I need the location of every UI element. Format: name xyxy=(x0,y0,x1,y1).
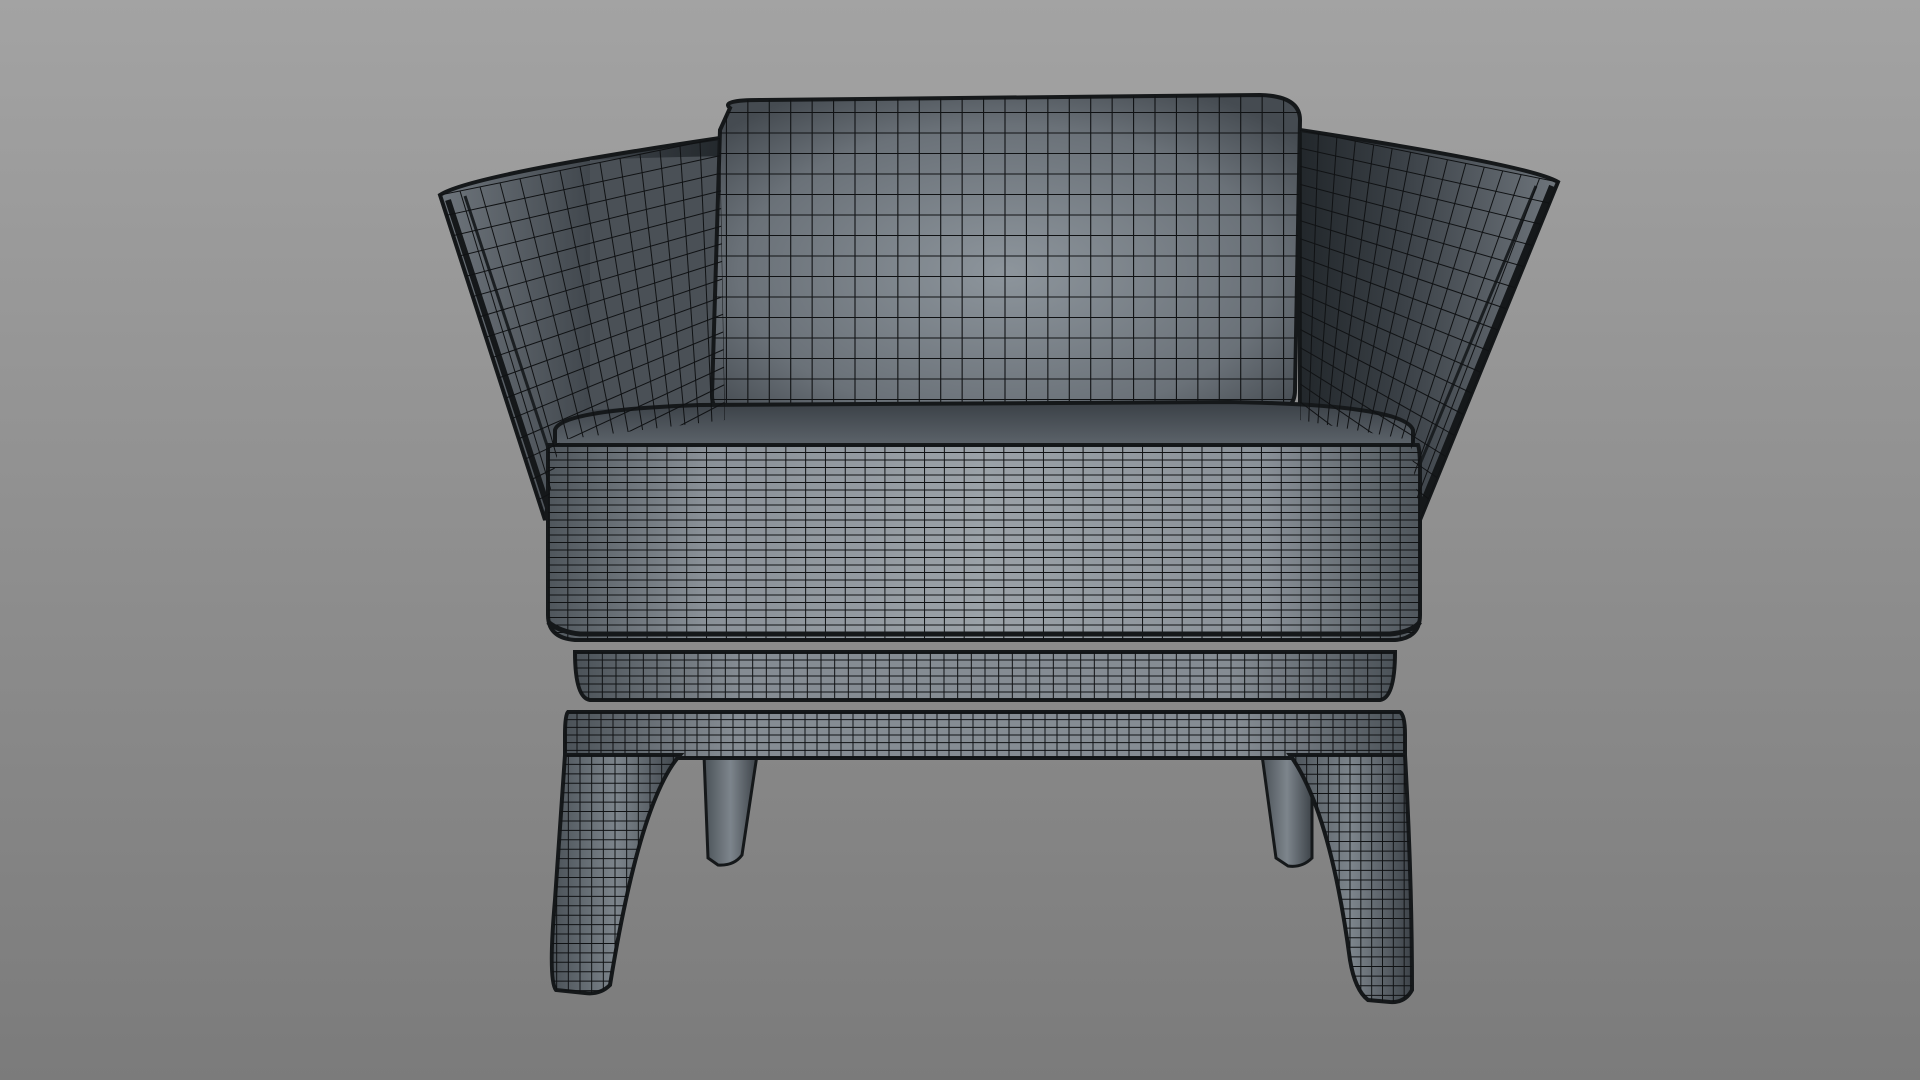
base-frame xyxy=(563,710,1407,760)
front-leg-left xyxy=(549,753,685,996)
3d-viewport[interactable] xyxy=(0,0,1920,1080)
armchair-wireframe-model[interactable] xyxy=(0,0,1920,1080)
seat-ring xyxy=(572,650,1398,702)
throw-pillow xyxy=(709,92,1303,421)
seat-front-band xyxy=(546,443,1422,642)
back-leg-left xyxy=(702,753,759,867)
